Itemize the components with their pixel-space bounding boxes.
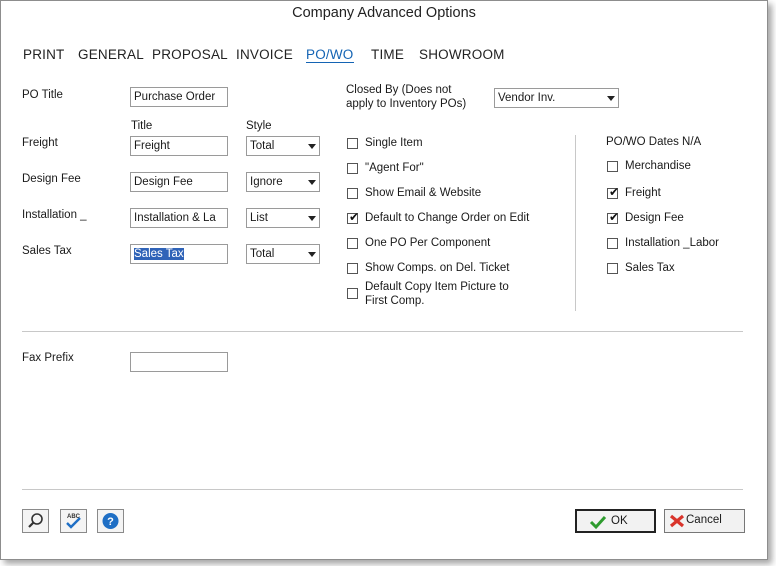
ok-label: OK (611, 515, 628, 527)
unchecked-box-icon (607, 263, 618, 274)
vertical-divider (575, 135, 576, 311)
sales-tax-style-value: Total (250, 248, 275, 260)
unchecked-box-icon (347, 138, 358, 149)
chevron-down-icon (308, 180, 316, 185)
sales-tax-title-input[interactable]: Sales Tax (130, 244, 228, 264)
unchecked-box-icon (607, 238, 618, 249)
dates-na-label: Design Fee (625, 212, 684, 224)
option-label: "Agent For" (365, 162, 424, 174)
footer-divider (22, 489, 743, 490)
unchecked-box-icon (347, 188, 358, 199)
cancel-label: Cancel (686, 514, 722, 526)
help-icon: ? (102, 513, 119, 529)
freight-style-dropdown[interactable]: Total (246, 136, 320, 156)
sales-tax-label: Sales Tax (22, 245, 72, 257)
po-title-label: PO Title (22, 89, 63, 101)
dates-na-heading: PO/WO Dates N/A (606, 136, 702, 148)
freight-label: Freight (22, 137, 58, 149)
checked-box-icon: ✔ (607, 185, 620, 199)
checked-box-icon: ✔ (347, 210, 360, 224)
fax-prefix-label: Fax Prefix (22, 352, 74, 364)
option-label: Show Comps. on Del. Ticket (365, 262, 510, 274)
company-advanced-options-window: Company Advanced Options PRINT GENERAL P… (0, 0, 768, 560)
tab-invoice[interactable]: INVOICE (236, 47, 293, 62)
unchecked-box-icon (347, 163, 358, 174)
tab-po-wo[interactable]: PO/WO (306, 47, 354, 63)
dates-na-label: Merchandise (625, 160, 691, 172)
closed-by-value: Vendor Inv. (498, 92, 556, 104)
freight-title-input[interactable]: Freight (130, 136, 228, 156)
cancel-button[interactable]: Cancel (664, 509, 745, 533)
option-label: Single Item (365, 137, 423, 149)
magnifier-icon (28, 513, 43, 528)
option-label: One PO Per Component (365, 237, 491, 249)
po-title-input[interactable]: Purchase Order (130, 87, 228, 107)
closed-by-label-line1: Closed By (Does not (346, 84, 452, 96)
window-title: Company Advanced Options (292, 5, 476, 21)
dates-na-label: Sales Tax (625, 262, 675, 274)
installation-style-value: List (250, 212, 268, 224)
sales-tax-style-dropdown[interactable]: Total (246, 244, 320, 264)
design-fee-style-value: Ignore (250, 176, 283, 188)
svg-text:?: ? (107, 516, 114, 528)
selected-text: Sales Tax (134, 248, 184, 260)
option-label: First Comp. (365, 295, 425, 307)
option-label: Show Email & Website (365, 187, 482, 199)
design-fee-title-input[interactable]: Design Fee (130, 172, 228, 192)
checkmark-icon: ✔ (609, 210, 620, 224)
dates-na-label: Installation _Labor (625, 237, 719, 249)
option-label: Default to Change Order on Edit (365, 212, 530, 224)
installation-style-dropdown[interactable]: List (246, 208, 320, 228)
installation-title-input[interactable]: Installation & La (130, 208, 228, 228)
unchecked-box-icon (347, 238, 358, 249)
checkmark-icon: ✔ (609, 185, 620, 199)
chevron-down-icon (308, 144, 316, 149)
spellcheck-icon: ABC (66, 514, 81, 529)
title-column-header: Title (131, 120, 153, 132)
checked-box-icon: ✔ (607, 210, 620, 224)
tab-general[interactable]: GENERAL (78, 47, 144, 62)
dates-na-label: Freight (625, 187, 661, 199)
unchecked-box-icon (347, 288, 358, 299)
design-fee-style-dropdown[interactable]: Ignore (246, 172, 320, 192)
freight-style-value: Total (250, 140, 275, 152)
chevron-down-icon (308, 252, 316, 257)
spell-check-button[interactable]: ABC (60, 509, 87, 533)
unchecked-box-icon (347, 263, 358, 274)
tab-print[interactable]: PRINT (23, 47, 65, 62)
checkmark-icon (589, 515, 607, 530)
checkmark-icon: ✔ (349, 210, 360, 224)
find-button[interactable] (22, 509, 49, 533)
design-fee-label: Design Fee (22, 173, 81, 185)
ok-button[interactable]: OK (575, 509, 656, 533)
help-button[interactable]: ? (97, 509, 124, 533)
style-column-header: Style (246, 120, 272, 132)
unchecked-box-icon (607, 161, 618, 172)
fax-prefix-input[interactable] (130, 352, 228, 372)
tab-showroom[interactable]: SHOWROOM (419, 47, 505, 62)
chevron-down-icon (607, 96, 615, 101)
tab-proposal[interactable]: PROPOSAL (152, 47, 228, 62)
closed-by-label-line2: apply to Inventory POs) (346, 98, 467, 110)
red-x-icon (669, 514, 685, 528)
section-divider (22, 331, 743, 332)
tab-time[interactable]: TIME (371, 47, 404, 62)
closed-by-dropdown[interactable]: Vendor Inv. (494, 88, 619, 108)
option-label: Default Copy Item Picture to (365, 281, 509, 293)
installation-label: Installation _ (22, 209, 87, 221)
chevron-down-icon (308, 216, 316, 221)
